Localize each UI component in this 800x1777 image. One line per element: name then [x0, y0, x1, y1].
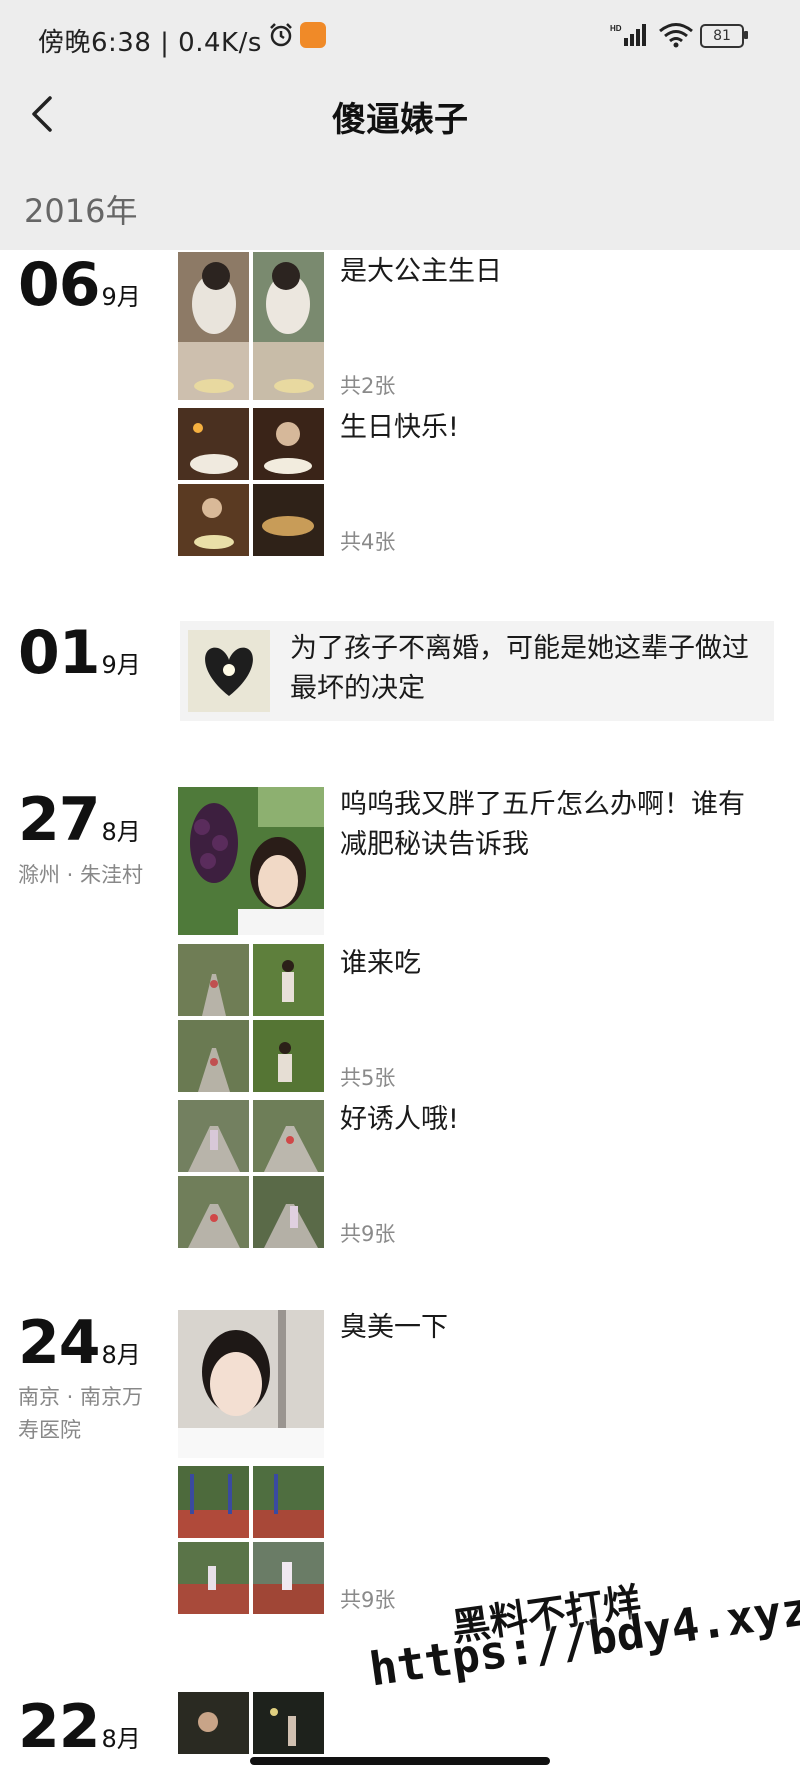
post-date: 019月: [18, 618, 141, 688]
svg-text:HD: HD: [610, 24, 622, 33]
nav-header: 傻逼婊子: [0, 72, 800, 158]
post-caption[interactable]: 臭美一下: [340, 1308, 770, 1348]
post-date: 069月: [18, 250, 141, 320]
post-location[interactable]: 滁州 · 朱洼村: [18, 859, 148, 892]
alarm-icon: [270, 23, 292, 47]
post-date: 228月: [18, 1692, 141, 1762]
page-title: 傻逼婊子: [332, 100, 468, 140]
photo-grid[interactable]: [178, 944, 324, 1092]
photo-grid[interactable]: [178, 1100, 324, 1248]
photo-grid[interactable]: [178, 408, 324, 556]
photo-grid[interactable]: [178, 1466, 324, 1614]
date-month: 9月: [101, 283, 141, 311]
post-date: 248月: [18, 1308, 141, 1378]
date-month: 8月: [101, 1341, 141, 1369]
year-label: 2016年: [24, 192, 138, 230]
post-location[interactable]: 南京 · 南京万寿医院: [18, 1381, 148, 1447]
post-caption[interactable]: 生日快乐!: [340, 408, 770, 448]
wifi-icon: [659, 23, 693, 48]
status-time-speed: 傍晚6:38 | 0.4K/s: [38, 28, 262, 58]
date-day: 24: [18, 1308, 100, 1378]
date-day: 01: [18, 618, 100, 688]
date-month: 8月: [101, 818, 141, 846]
top-bar: 傍晚6:38 | 0.4K/s HD 81 傻逼婊子: [0, 0, 800, 158]
post-caption[interactable]: 谁来吃: [340, 944, 770, 984]
post-caption[interactable]: 是大公主生日: [340, 252, 770, 292]
date-day: 06: [18, 250, 100, 320]
photo-count: 共5张: [340, 1066, 396, 1090]
photo-single[interactable]: [178, 1310, 324, 1458]
photo-count: 共9张: [340, 1222, 396, 1246]
post-caption: 为了孩子不离婚，可能是她这辈子做过最坏的决定: [290, 633, 749, 704]
date-month: 8月: [101, 1725, 141, 1753]
battery-icon: 81: [700, 22, 750, 48]
photo-single[interactable]: [178, 787, 324, 935]
date-month: 9月: [101, 651, 141, 679]
app-badge-icon: [300, 22, 326, 48]
year-section-header: 2016年: [0, 158, 800, 250]
battery-level: 81: [700, 24, 744, 48]
date-day: 27: [18, 785, 100, 855]
post-caption[interactable]: 呜呜我又胖了五斤怎么办啊！谁有减肥秘诀告诉我: [340, 785, 770, 865]
heart-image-thumbnail: [188, 630, 270, 712]
home-indicator[interactable]: [250, 1757, 550, 1765]
photo-count: 共9张: [340, 1588, 396, 1612]
status-bar: 傍晚6:38 | 0.4K/s HD 81: [0, 0, 800, 72]
post-caption[interactable]: 好诱人哦!: [340, 1100, 770, 1140]
hd-signal-icon: HD: [610, 24, 646, 46]
photo-grid[interactable]: [178, 252, 324, 400]
text-post-card[interactable]: 为了孩子不离婚，可能是她这辈子做过最坏的决定: [180, 621, 774, 721]
post-date: 278月: [18, 785, 141, 855]
photo-grid[interactable]: [178, 1692, 324, 1754]
date-day: 22: [18, 1692, 100, 1762]
photo-count: 共2张: [340, 374, 396, 398]
photo-count: 共4张: [340, 530, 396, 554]
